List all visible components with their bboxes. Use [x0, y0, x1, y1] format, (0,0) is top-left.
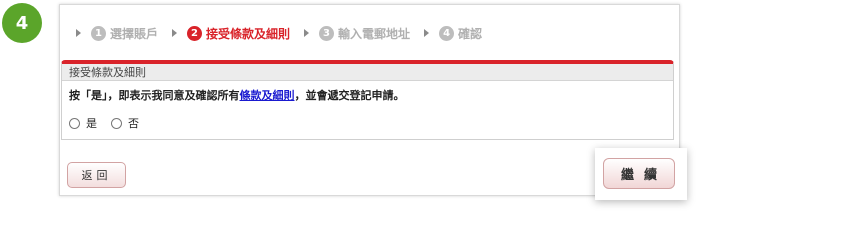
- progress-stepper: 1 選擇賬戶 2 接受條款及細則 3 輸入電郵地址 4 確認: [72, 23, 492, 43]
- radio-yes[interactable]: 是: [69, 115, 97, 131]
- radio-circle[interactable]: [69, 117, 80, 129]
- radio-yes-label: 是: [86, 117, 97, 130]
- step-accept-terms: 2 接受條款及細則: [187, 25, 290, 42]
- step-label: 選擇賬戶: [110, 26, 159, 41]
- registration-frame: 1 選擇賬戶 2 接受條款及細則 3 輸入電郵地址 4 確認 接受條款及細則 按…: [59, 4, 680, 196]
- step-number: 3: [319, 25, 335, 41]
- radio-no[interactable]: 否: [111, 115, 139, 131]
- step-label: 確認: [458, 26, 483, 41]
- terms-text-after: ，並會遞交登記申請。: [294, 89, 405, 102]
- radio-circle[interactable]: [111, 117, 122, 129]
- continue-button[interactable]: 繼續: [603, 158, 675, 189]
- chevron-right-icon: [76, 29, 81, 37]
- back-button[interactable]: 返回: [67, 162, 126, 188]
- step-select-account: 1 選擇賬戶: [91, 25, 158, 42]
- step-number: 4: [439, 25, 455, 41]
- step-label: 接受條款及細則: [206, 26, 291, 41]
- step-number: 2: [187, 25, 203, 41]
- chevron-right-icon: [424, 29, 430, 37]
- step-number: 1: [91, 25, 106, 41]
- chevron-right-icon: [172, 29, 178, 37]
- step-number-badge: 4: [2, 3, 42, 43]
- panel-body: 按「是」，即表示我同意及確認所有條款及細則，並會遞交登記申請。 是 否: [62, 81, 673, 137]
- radio-no-label: 否: [128, 117, 139, 130]
- step-enter-email: 3 輸入電郵地址: [319, 25, 410, 42]
- continue-button-highlight: 繼續: [595, 148, 687, 200]
- consent-radio-group: 是 否: [69, 115, 666, 131]
- terms-link[interactable]: 條款及細則: [240, 89, 295, 102]
- chevron-right-icon: [304, 29, 310, 37]
- panel-title: 接受條款及細則: [62, 64, 673, 81]
- terms-panel: 接受條款及細則 按「是」，即表示我同意及確認所有條款及細則，並會遞交登記申請。 …: [61, 60, 674, 140]
- terms-text-before: 按「是」，即表示我同意及確認所有: [69, 89, 240, 102]
- step-confirm: 4 確認: [439, 25, 482, 42]
- step-label: 輸入電郵地址: [338, 26, 411, 41]
- terms-statement: 按「是」，即表示我同意及確認所有條款及細則，並會遞交登記申請。: [69, 87, 666, 105]
